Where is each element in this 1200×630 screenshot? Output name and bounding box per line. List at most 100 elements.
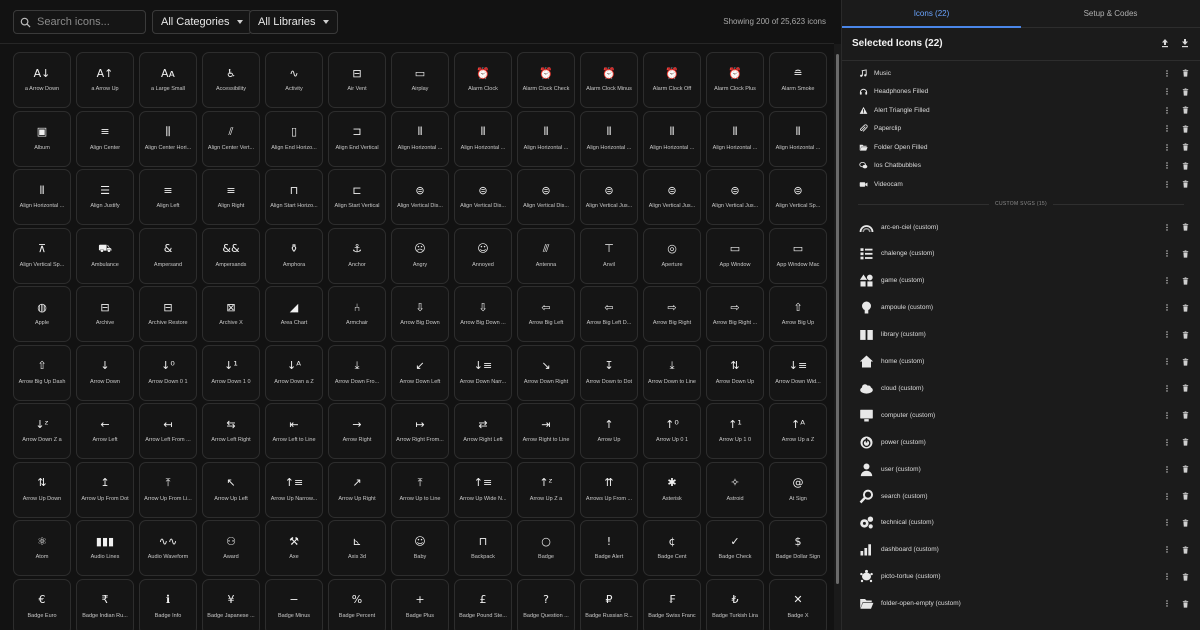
more-options-button[interactable] [1162, 492, 1172, 500]
icon-tile[interactable]: ⚇ Award [202, 520, 260, 576]
icon-tile[interactable]: ⤓ Arrow Down to Line [643, 344, 701, 401]
remove-icon-button[interactable] [1180, 357, 1190, 366]
custom-icon-row[interactable]: search (custom) [856, 486, 1190, 506]
icon-tile[interactable]: ☺ Baby [391, 520, 449, 576]
library-select[interactable]: All Libraries [249, 10, 339, 34]
icon-tile[interactable]: ↑ᶻ Arrow Up Z a [517, 461, 575, 518]
more-options-button[interactable] [1162, 600, 1172, 607]
icon-tile[interactable]: ⇧ Arrow Big Up Dash [13, 344, 71, 401]
icon-tile[interactable]: & Ampersand [139, 227, 197, 284]
remove-icon-button[interactable] [1180, 411, 1190, 419]
icon-tile[interactable]: ∿ Activity [265, 52, 323, 108]
icon-tile[interactable]: ⏰ Alarm Clock Off [643, 52, 701, 108]
icon-tile[interactable]: ⊟ Archive [76, 286, 134, 342]
icon-tile[interactable]: ₣ Badge Swiss Franc [643, 578, 701, 630]
icon-tile[interactable]: ✧ Astroid [706, 461, 764, 518]
icon-tile[interactable]: ⊾ Axis 3d [328, 520, 386, 576]
icon-tile[interactable]: ! Badge Alert [580, 520, 638, 576]
icon-tile[interactable]: ⫴ Align Horizontal ... [643, 110, 701, 167]
icon-tile[interactable]: ↦ Arrow Right From... [391, 403, 449, 459]
remove-icon-button[interactable] [1180, 599, 1190, 608]
remove-icon-button[interactable] [1180, 546, 1190, 554]
remove-icon-button[interactable] [1180, 384, 1190, 392]
icon-tile[interactable]: ▯ Align End Horizo... [265, 110, 323, 167]
icon-tile[interactable]: ⊏ Align Start Vertical [328, 169, 386, 225]
selected-icon-row[interactable]: Videocam [856, 177, 1190, 191]
custom-icon-row[interactable]: ampoule (custom) [856, 298, 1190, 318]
icon-tile[interactable]: ⫴ Align Horizontal ... [391, 110, 449, 167]
more-options-button[interactable] [1162, 519, 1172, 527]
icon-tile[interactable]: ⊼ Align Vertical Sp... [13, 227, 71, 284]
icon-tile[interactable]: ⫴ Align Horizontal ... [580, 110, 638, 167]
icon-tile[interactable]: ⇩ Arrow Big Down [391, 286, 449, 342]
icon-tile[interactable]: ✕ Badge X [769, 578, 827, 630]
icon-tile[interactable]: ¢ Badge Cent [643, 520, 701, 576]
icon-tile[interactable]: ☹ Angry [391, 227, 449, 284]
icon-tile[interactable]: ↓ᴬ Arrow Down a Z [265, 344, 323, 401]
icon-tile[interactable]: ⇥ Arrow Right to Line [517, 403, 575, 459]
search-box[interactable] [13, 10, 146, 34]
icon-tile[interactable]: ⊜ Align Vertical Sp... [769, 169, 827, 225]
icon-tile[interactable]: ↑¹ Arrow Up 1 0 [706, 403, 764, 459]
icon-tile[interactable]: ≡ Align Center [76, 110, 134, 167]
icon-tile[interactable]: ⊟ Air Vent [328, 52, 386, 108]
icon-tile[interactable]: ⇅ Arrow Down Up [706, 344, 764, 401]
icon-tile[interactable]: € Badge Euro [13, 578, 71, 630]
more-options-button[interactable] [1162, 223, 1172, 231]
icon-tile[interactable]: ⊠ Archive X [202, 286, 260, 342]
icon-tile[interactable]: ⚒ Axe [265, 520, 323, 576]
icon-tile[interactable]: ≘ Alarm Smoke [769, 52, 827, 108]
icon-tile[interactable]: ⫴ Align Horizontal ... [706, 110, 764, 167]
more-options-button[interactable] [1162, 106, 1172, 114]
icon-tile[interactable]: ⛟ Ambulance [76, 227, 134, 284]
icon-tile[interactable]: ▭ App Window [706, 227, 764, 284]
icon-tile[interactable]: ⤒ Arrow Up From Li... [139, 461, 197, 518]
icon-tile[interactable]: − Badge Minus [265, 578, 323, 630]
icon-tile[interactable]: ⊜ Align Vertical Jus... [706, 169, 764, 225]
more-options-button[interactable] [1162, 162, 1172, 169]
icon-tile[interactable]: && Ampersands [202, 227, 260, 284]
icon-tile[interactable]: ⤒ Arrow Up to Line [391, 461, 449, 518]
icon-tile[interactable]: A↑ a Arrow Up [76, 52, 134, 108]
icon-tile[interactable]: ⏰ Alarm Clock [454, 52, 512, 108]
icon-tile[interactable]: ₹ Badge Indian Ru... [76, 578, 134, 630]
custom-icon-row[interactable]: home (custom) [856, 352, 1190, 372]
icon-tile[interactable]: % Badge Percent [328, 578, 386, 630]
icon-tile[interactable]: ⚱ Amphora [265, 227, 323, 284]
icon-tile[interactable]: ← Arrow Left [76, 403, 134, 459]
category-select[interactable]: All Categories [152, 10, 253, 34]
remove-icon-button[interactable] [1180, 519, 1190, 527]
upload-icon[interactable] [1160, 38, 1170, 48]
remove-icon-button[interactable] [1180, 465, 1190, 473]
icon-tile[interactable]: ⫴ Align Horizontal ... [769, 110, 827, 167]
icon-tile[interactable]: ⇄ Arrow Right Left [454, 403, 512, 459]
icon-tile[interactable]: ○ Badge [517, 520, 575, 576]
search-input[interactable] [37, 16, 137, 28]
custom-icon-row[interactable]: user (custom) [856, 459, 1190, 479]
tab-icons[interactable]: Icons (22) [842, 0, 1021, 28]
icon-tile[interactable]: ✓ Badge Check [706, 520, 764, 576]
icon-tile[interactable]: ⊓ Align Start Horizo... [265, 169, 323, 225]
icon-tile[interactable]: ↓≡ Arrow Down Wid... [769, 344, 827, 401]
icon-tile[interactable]: ⇈ Arrows Up From ... [580, 461, 638, 518]
icon-tile[interactable]: ⊜ Align Vertical Dis... [391, 169, 449, 225]
icon-tile[interactable]: ✱ Asterisk [643, 461, 701, 518]
more-options-button[interactable] [1162, 304, 1172, 311]
more-options-button[interactable] [1162, 125, 1172, 132]
more-options-button[interactable] [1162, 438, 1172, 446]
selected-icon-row[interactable]: Alert Triangle Filled [856, 103, 1190, 117]
download-icon[interactable] [1180, 38, 1190, 48]
more-options-button[interactable] [1162, 385, 1172, 392]
selected-icon-row[interactable]: Paperclip [856, 122, 1190, 136]
custom-icon-row[interactable]: folder-open-empty (custom) [856, 594, 1190, 614]
icon-tile[interactable]: ⤓ Arrow Down Fro... [328, 344, 386, 401]
icon-tile[interactable]: ⇩ Arrow Big Down ... [454, 286, 512, 342]
grid-scrollbar[interactable] [834, 44, 841, 630]
remove-icon-button[interactable] [1180, 124, 1190, 133]
icon-tile[interactable]: ♿ Accessibility [202, 52, 260, 108]
remove-icon-button[interactable] [1180, 223, 1190, 231]
icon-tile[interactable]: ↥ Arrow Up From Dot [76, 461, 134, 518]
selected-icon-row[interactable]: Ios Chatbubbles [856, 159, 1190, 173]
icon-tile[interactable]: ⇦ Arrow Big Left D... [580, 286, 638, 342]
icon-tile[interactable]: ↧ Arrow Down to Dot [580, 344, 638, 401]
